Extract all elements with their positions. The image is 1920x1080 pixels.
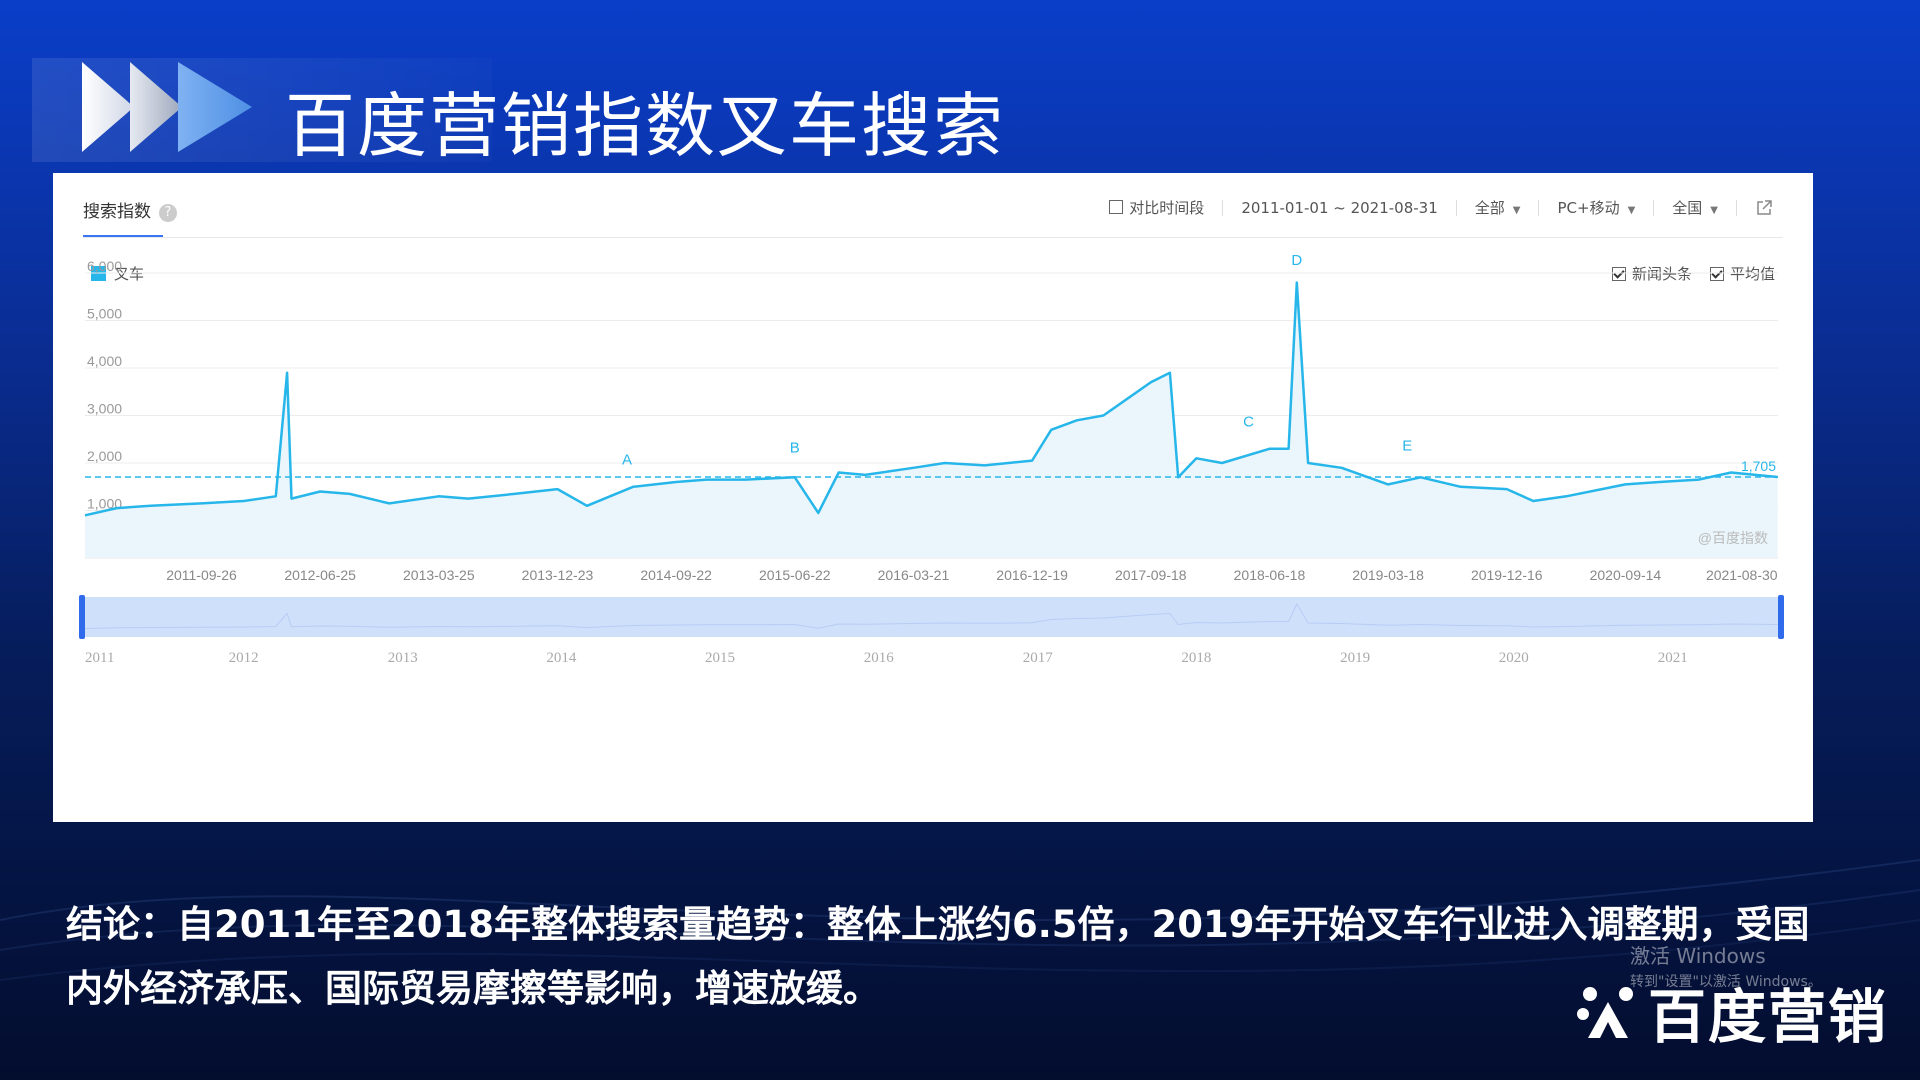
brand-logo: 百度营销	[1576, 970, 1888, 1054]
x-tick-label: 2020-09-14	[1590, 567, 1662, 583]
x-tick-label: 2016-12-19	[996, 567, 1068, 583]
line-chart: 1,0002,0003,0004,0005,0006,0001,705ABCDE…	[79, 252, 1784, 666]
x-tick-label: 2018-06-18	[1234, 567, 1306, 583]
watermark-line1: 激活 Windows	[1630, 944, 1766, 968]
annotation-label: E	[1402, 437, 1412, 454]
y-tick-label: 3,000	[87, 401, 122, 417]
overview-year-label: 2012	[229, 650, 259, 666]
chart-panel: 搜索指数? 对比时间段 2011-01-01 ~ 2021-08-31 全部 ▼ …	[53, 173, 1813, 822]
overview-year-label: 2016	[864, 650, 895, 666]
x-tick-label: 2017-09-18	[1115, 567, 1187, 583]
logo-text: 百度营销	[1648, 983, 1889, 1051]
overview-year-label: 2021	[1658, 650, 1688, 666]
x-tick-label: 2013-03-25	[403, 567, 475, 583]
series-area	[85, 282, 1778, 558]
overview-year-label: 2017	[1023, 650, 1054, 666]
average-label: 1,705	[1741, 458, 1776, 474]
y-tick-label: 2,000	[87, 448, 122, 464]
range-slider-track	[81, 597, 1781, 637]
y-tick-label: 5,000	[87, 306, 122, 322]
x-tick-label: 2021-08-30	[1706, 567, 1778, 583]
y-tick-label: 6,000	[87, 258, 122, 274]
paw-logo-icon	[1577, 987, 1633, 1038]
overview-year-label: 2011	[85, 650, 114, 666]
x-tick-label: 2011-09-26	[166, 567, 237, 583]
overview-year-label: 2019	[1340, 650, 1370, 666]
overview-year-label: 2013	[388, 650, 418, 666]
x-tick-label: 2013-12-23	[522, 567, 594, 583]
x-tick-label: 2014-09-22	[640, 567, 712, 583]
x-tick-label: 2012-06-25	[284, 567, 356, 583]
x-tick-label: 2019-12-16	[1471, 567, 1543, 583]
overview-year-label: 2015	[705, 650, 735, 666]
x-tick-label: 2019-03-18	[1352, 567, 1424, 583]
overview-year-label: 2014	[546, 650, 577, 666]
range-handle-right[interactable]	[1778, 595, 1784, 639]
annotation-label: D	[1291, 252, 1302, 269]
overview-year-label: 2020	[1499, 650, 1529, 666]
x-tick-label: 2016-03-21	[878, 567, 950, 583]
range-handle-left[interactable]	[79, 595, 85, 639]
x-tick-label: 2015-06-22	[759, 567, 831, 583]
conclusion-text: 结论：自2011年至2018年整体搜索量趋势：整体上涨约6.5倍，2019年开始…	[66, 903, 1810, 1010]
annotation-label: B	[790, 440, 800, 457]
arrow-chevrons-icon	[82, 62, 252, 152]
overview-year-label: 2018	[1181, 650, 1211, 666]
chart-credit: @百度指数	[1698, 530, 1768, 546]
annotation-label: C	[1243, 414, 1254, 431]
page-title: 百度营销指数叉车搜索	[285, 85, 1005, 167]
y-tick-label: 4,000	[87, 353, 122, 369]
annotation-label: A	[622, 452, 632, 469]
